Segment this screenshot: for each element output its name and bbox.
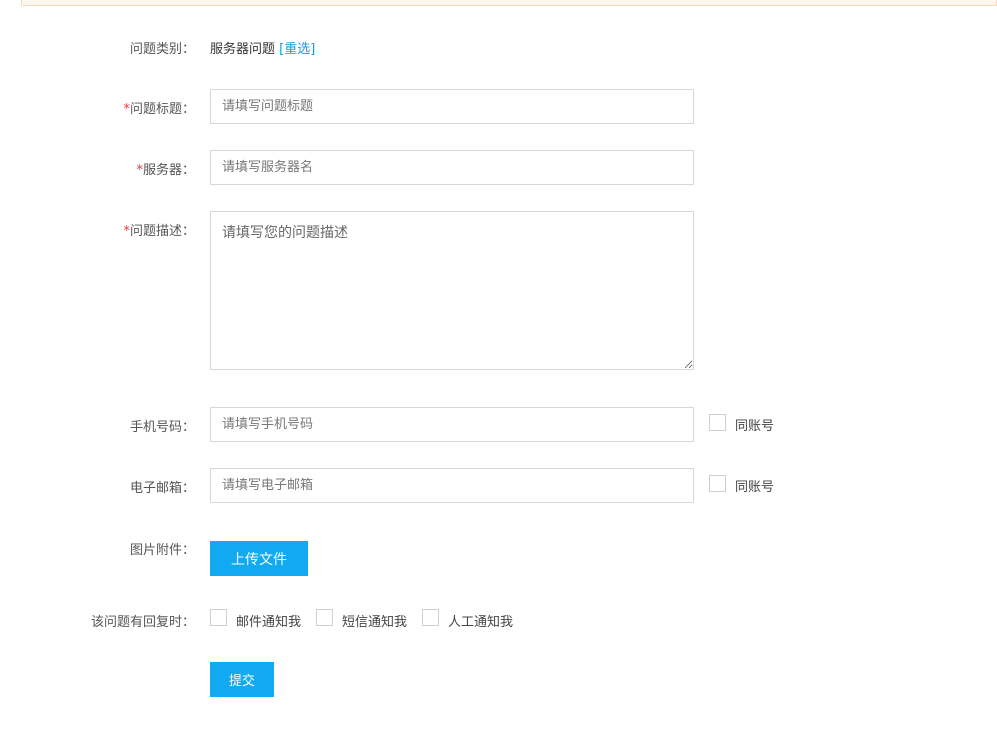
notify-sms-checkbox[interactable] (316, 609, 333, 626)
email-label: 电子邮箱： (129, 481, 195, 496)
notify-label: 该问题有回复时： (90, 615, 195, 630)
title-input[interactable] (210, 89, 694, 124)
notify-manual-label: 人工通知我 (448, 615, 514, 630)
phone-label: 手机号码： (129, 420, 195, 435)
title-label-text: 问题标题： (129, 102, 195, 117)
phone-same-account-checkbox[interactable] (709, 414, 726, 431)
category-value-text: 服务器问题 (210, 42, 276, 57)
email-input[interactable] (210, 468, 694, 503)
attachment-label: 图片附件： (129, 543, 195, 558)
description-textarea[interactable] (210, 211, 694, 370)
notify-email-checkbox[interactable] (210, 609, 227, 626)
upload-file-button[interactable]: 上传文件 (210, 541, 308, 576)
top-notice-banner (21, 0, 997, 6)
category-value: 服务器问题 [重选] (210, 38, 315, 57)
server-label: *服务器： (136, 159, 195, 178)
email-same-account-checkbox[interactable] (709, 475, 726, 492)
description-label-text: 问题描述： (129, 224, 195, 239)
phone-input[interactable] (210, 407, 694, 442)
server-label-text: 服务器： (142, 163, 195, 178)
notify-email-label: 邮件通知我 (236, 615, 302, 630)
notify-sms-label: 短信通知我 (342, 615, 408, 630)
category-label: 问题类别： (129, 42, 195, 57)
reselect-link[interactable]: [重选] (279, 42, 315, 57)
notify-manual-checkbox[interactable] (422, 609, 439, 626)
server-input[interactable] (210, 150, 694, 185)
title-label: *问题标题： (123, 98, 195, 117)
email-same-account-label: 同账号 (735, 480, 775, 495)
description-label: *问题描述： (123, 220, 195, 239)
submit-button[interactable]: 提交 (210, 662, 274, 697)
phone-same-account-label: 同账号 (735, 419, 775, 434)
